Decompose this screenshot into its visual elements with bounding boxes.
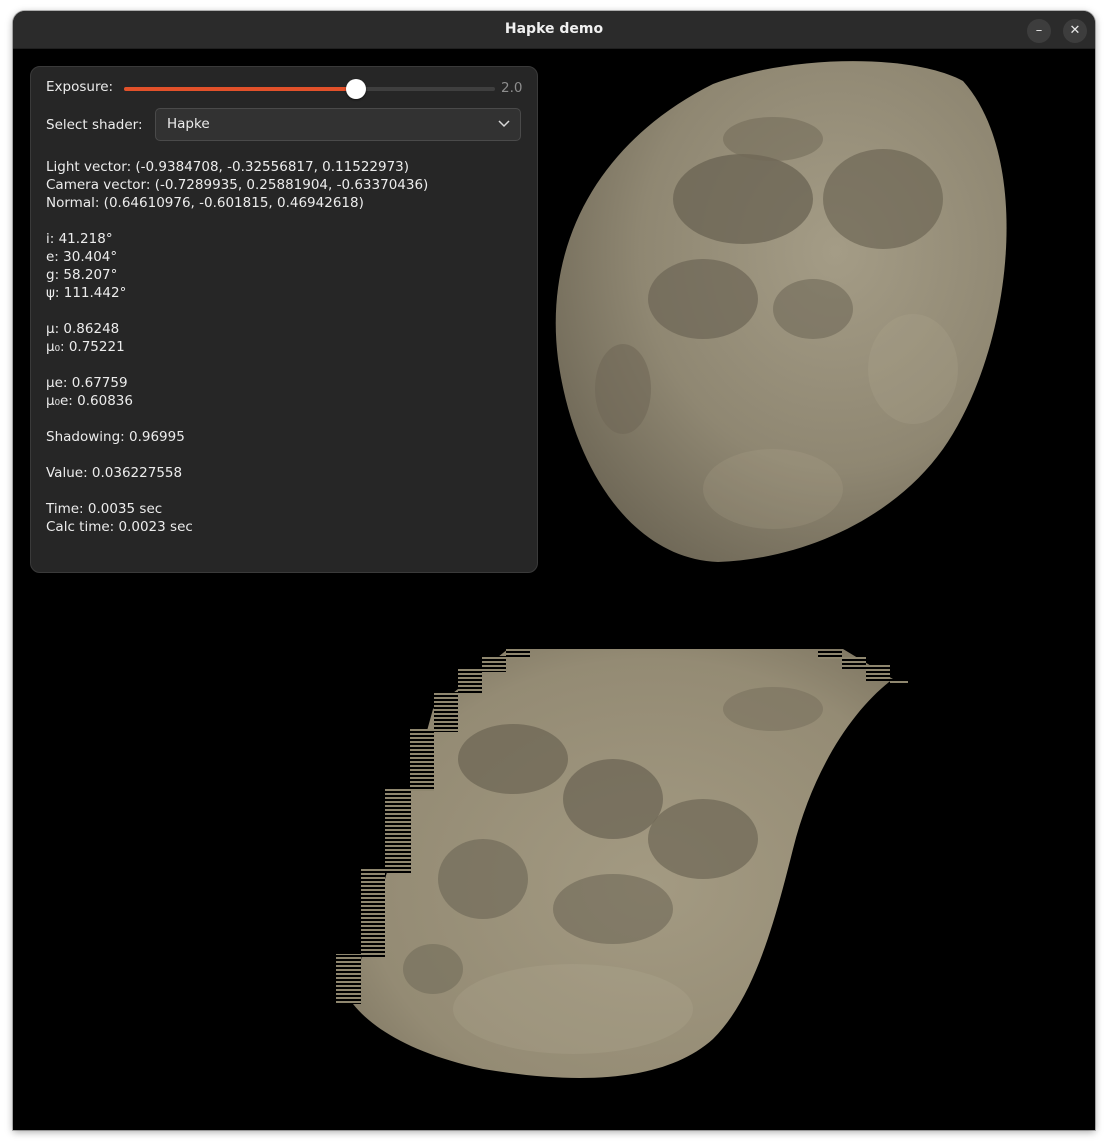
mu0-text: μ₀: 0.75221 <box>46 339 125 355</box>
exposure-label: Exposure: <box>46 79 114 95</box>
exposure-slider-handle[interactable] <box>345 79 366 99</box>
moon-upper <box>555 61 1007 562</box>
exposure-slider[interactable] <box>124 79 495 99</box>
controls-panel: Exposure: 2.0 Select shader: Hapke Light… <box>30 66 538 573</box>
shader-select-value: Hapke <box>167 116 210 132</box>
value-text: Value: 0.036227558 <box>46 465 183 481</box>
close-icon: ✕ <box>1069 23 1081 38</box>
minimize-icon: – <box>1035 23 1043 38</box>
camera-vector-text: Camera vector: (-0.7289935, 0.25881904, … <box>46 177 429 193</box>
calc-time-text: Calc time: 0.0023 sec <box>46 519 193 535</box>
emission-angle-text: e: 30.404° <box>46 249 118 265</box>
chevron-down-icon <box>498 120 510 128</box>
phase-angle-text: g: 58.207° <box>46 267 118 283</box>
close-button[interactable]: ✕ <box>1063 19 1087 43</box>
title-bar[interactable]: Hapke demo – ✕ <box>13 11 1095 49</box>
shader-label: Select shader: <box>46 117 143 133</box>
app-window: Hapke demo – ✕ Exposure: 2.0 Select shad… <box>13 11 1095 1130</box>
azimuth-angle-text: ψ: 111.442° <box>46 285 127 301</box>
shadowing-text: Shadowing: 0.96995 <box>46 429 185 445</box>
exposure-slider-fill <box>124 87 356 91</box>
time-text: Time: 0.0035 sec <box>46 501 163 517</box>
normal-text: Normal: (0.64610976, -0.601815, 0.469426… <box>46 195 364 211</box>
mu0e-text: μ₀e: 0.60836 <box>46 393 133 409</box>
minimize-button[interactable]: – <box>1027 19 1051 43</box>
render-viewport[interactable]: Exposure: 2.0 Select shader: Hapke Light… <box>13 49 1095 1130</box>
window-title: Hapke demo <box>504 21 604 37</box>
mue-text: μe: 0.67759 <box>46 375 128 391</box>
mu-text: μ: 0.86248 <box>46 321 120 337</box>
light-vector-text: Light vector: (-0.9384708, -0.32556817, … <box>46 159 410 175</box>
incidence-angle-text: i: 41.218° <box>46 231 113 247</box>
exposure-value: 2.0 <box>501 80 523 96</box>
moon-lower <box>336 649 908 1078</box>
shader-select[interactable]: Hapke <box>155 108 521 141</box>
info-readout: Light vector: (-0.9384708, -0.32556817, … <box>46 158 526 536</box>
